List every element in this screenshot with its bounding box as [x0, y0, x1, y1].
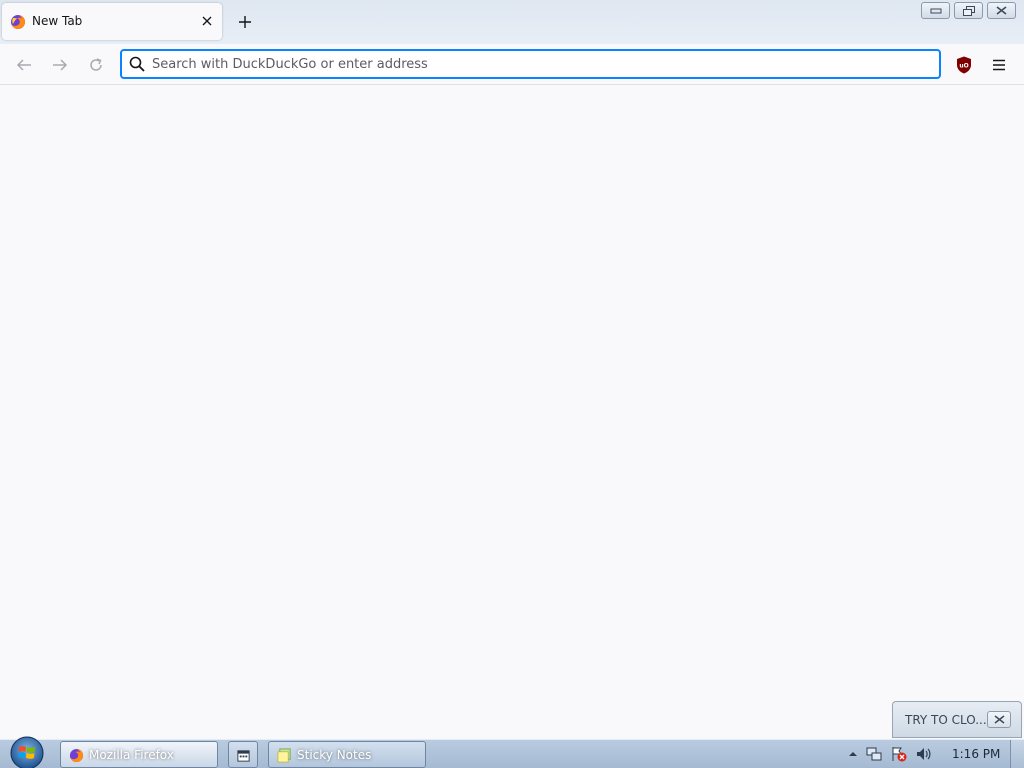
taskbar-item-calendar[interactable] — [228, 741, 258, 768]
taskbar-clock[interactable]: 1:16 PM — [952, 747, 1000, 761]
taskbar-item-label: Mozilla Firefox — [89, 748, 174, 762]
taskbar-item-label: Sticky Notes — [297, 748, 372, 762]
show-desktop-button[interactable] — [1010, 740, 1024, 768]
ublock-origin-icon[interactable]: uO — [956, 56, 972, 74]
firefox-icon — [11, 14, 26, 29]
search-icon — [129, 56, 145, 72]
restore-icon — [962, 5, 975, 16]
minimize-icon — [930, 8, 941, 13]
restore-button[interactable] — [954, 2, 983, 19]
minimize-button[interactable] — [921, 2, 950, 19]
url-input[interactable] — [152, 54, 922, 74]
tab-new-tab[interactable]: New Tab — [2, 3, 222, 40]
windows-start-orb[interactable] — [7, 734, 47, 768]
volume-icon[interactable] — [915, 746, 931, 762]
window-controls — [921, 2, 1016, 19]
popup-close-button[interactable] — [987, 711, 1011, 728]
navigation-toolbar: uO — [0, 44, 1024, 85]
popup-label: TRY TO CLO... — [905, 713, 987, 727]
new-tab-button[interactable] — [234, 11, 256, 33]
taskbar: Mozilla Firefox Sticky Notes 1:16 PM — [0, 736, 1024, 768]
tab-strip: New Tab — [0, 0, 1024, 44]
network-icon[interactable] — [866, 746, 882, 762]
forward-button[interactable] — [48, 53, 72, 77]
sticky-notes-icon — [277, 748, 291, 763]
back-button[interactable] — [12, 53, 36, 77]
taskbar-item-firefox[interactable]: Mozilla Firefox — [60, 741, 218, 768]
arrow-right-icon — [53, 59, 68, 71]
close-window-button[interactable] — [987, 2, 1016, 19]
taskbar-item-sticky-notes[interactable]: Sticky Notes — [268, 741, 426, 768]
address-bar[interactable] — [120, 49, 941, 79]
plus-icon — [239, 16, 251, 28]
close-icon — [996, 6, 1007, 15]
tab-close-button[interactable] — [198, 12, 216, 30]
page-content — [0, 85, 1024, 739]
firefox-icon — [69, 748, 84, 763]
calendar-icon — [237, 750, 250, 762]
show-hidden-icons-arrow[interactable] — [845, 746, 861, 762]
action-center-error-icon[interactable] — [891, 746, 907, 762]
close-icon — [202, 16, 212, 26]
hamburger-menu-icon — [993, 59, 1005, 71]
arrow-left-icon — [16, 59, 31, 71]
app-menu-button[interactable] — [988, 54, 1010, 76]
close-icon — [994, 715, 1004, 724]
reload-icon — [90, 58, 102, 71]
tab-title: New Tab — [32, 14, 83, 28]
svg-text:uO: uO — [959, 63, 968, 70]
reload-button[interactable] — [84, 53, 108, 77]
try-to-close-popup: TRY TO CLO... — [892, 701, 1022, 738]
